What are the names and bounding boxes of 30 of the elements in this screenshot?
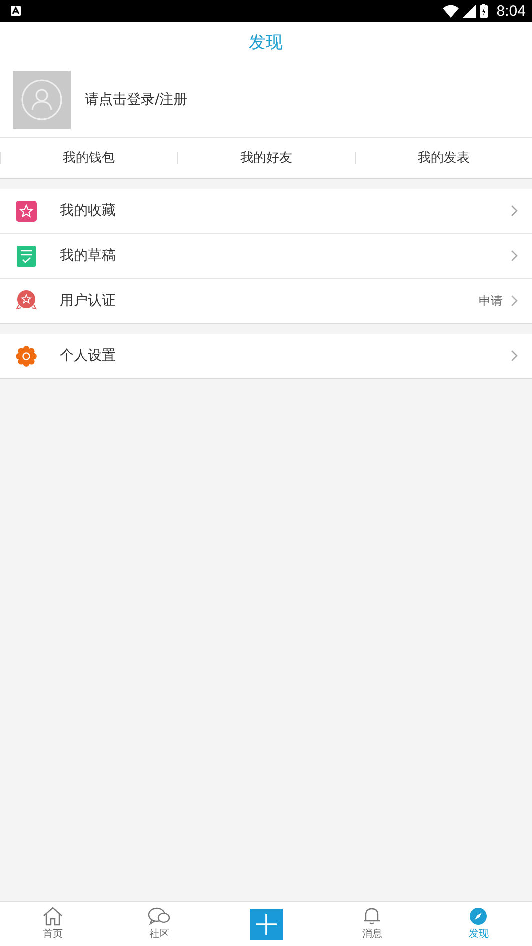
battery-icon bbox=[480, 4, 488, 18]
bell-icon bbox=[362, 907, 382, 926]
nav-tab[interactable]: 社区 bbox=[106, 902, 213, 946]
login-prompt[interactable]: 请点击登录/注册 bbox=[85, 90, 188, 108]
menu-item[interactable]: 我的草稿 bbox=[0, 233, 532, 278]
menu-item[interactable]: 我的收藏 bbox=[0, 189, 532, 233]
chat-bubbles-icon bbox=[148, 907, 172, 926]
chevron-icon bbox=[511, 295, 518, 307]
menu-item[interactable]: 个人设置 bbox=[0, 334, 532, 378]
menu-item[interactable]: 用户认证 申请 bbox=[0, 278, 532, 323]
document-check-icon bbox=[17, 246, 36, 266]
home-icon bbox=[43, 907, 64, 926]
add-button[interactable] bbox=[250, 908, 283, 940]
nav-tab[interactable]: 首页 bbox=[0, 902, 106, 946]
nav-tab[interactable]: 消息 bbox=[319, 902, 426, 946]
wifi-icon bbox=[442, 4, 459, 18]
notification-icon bbox=[11, 6, 21, 16]
quick-link[interactable]: 我的钱包 bbox=[63, 149, 116, 167]
chevron-icon bbox=[511, 350, 518, 362]
user-icon bbox=[21, 78, 63, 120]
badge-icon bbox=[16, 290, 37, 312]
quick-link[interactable]: 我的发表 bbox=[418, 149, 470, 167]
quick-link[interactable]: 我的好友 bbox=[240, 149, 292, 167]
chevron-icon bbox=[511, 205, 518, 217]
page-title: 发现 bbox=[249, 32, 283, 54]
chevron-icon bbox=[511, 250, 518, 262]
status-time: 8:04 bbox=[496, 2, 526, 20]
compass-icon bbox=[469, 907, 488, 926]
gear-icon bbox=[16, 346, 37, 366]
signal-icon bbox=[462, 4, 476, 18]
